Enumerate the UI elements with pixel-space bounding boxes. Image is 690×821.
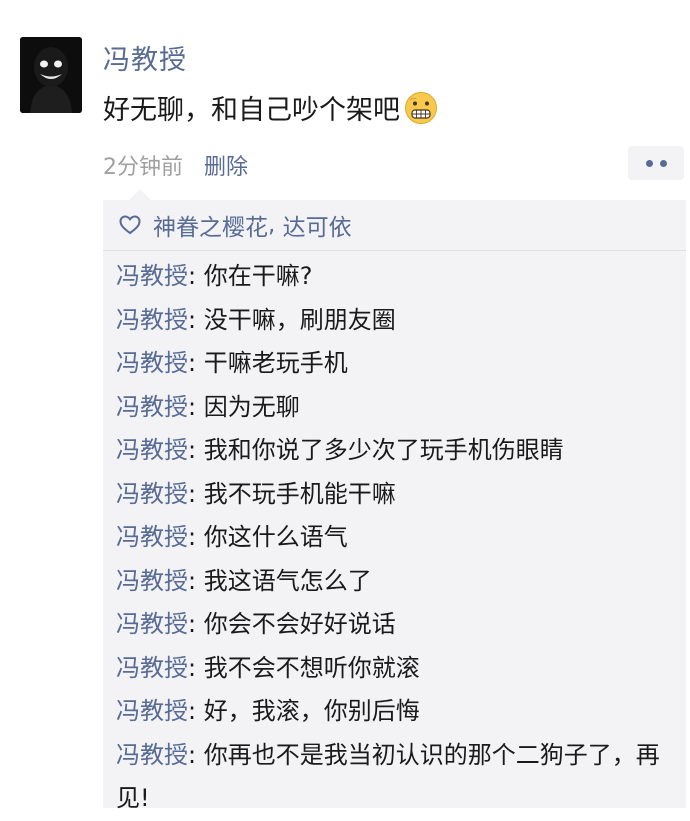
- post-author[interactable]: 冯教授: [103, 38, 187, 77]
- comment-text: 因为无聊: [203, 392, 300, 421]
- avatar-silhouette-icon: [20, 37, 82, 113]
- comment-author[interactable]: 冯教授: [116, 654, 188, 682]
- comment-text: 干嘛老玩手机: [203, 349, 348, 377]
- comment-author[interactable]: 冯教授: [116, 306, 188, 334]
- comment-author[interactable]: 冯教授: [116, 262, 188, 290]
- dot-icon: [659, 159, 667, 167]
- post-time: 2分钟前: [103, 155, 183, 180]
- heart-icon: [119, 215, 141, 235]
- post-text: 好无聊，和自己吵个架吧: [103, 95, 400, 126]
- comment-text: 我不会不想听你就滚: [203, 653, 420, 682]
- like-user-name[interactable]: 神眷之樱花: [153, 208, 268, 242]
- comment-item[interactable]: 冯教授: 因为无聊: [116, 386, 676, 430]
- like-user-name[interactable]: 达可依: [283, 208, 352, 242]
- avatar[interactable]: [20, 37, 82, 113]
- comment-list: 冯教授: 你在干嘛? 冯教授: 没干嘛，刷朋友圈 冯教授: 干嘛老玩手机 冯教授…: [103, 251, 686, 821]
- comment-item[interactable]: 冯教授: 我这语气怎么了: [116, 560, 676, 604]
- comment-author[interactable]: 冯教授: [116, 523, 188, 551]
- comment-item[interactable]: 冯教授: 没干嘛，刷朋友圈: [116, 299, 676, 343]
- comment-author[interactable]: 冯教授: [116, 610, 188, 638]
- comment-item[interactable]: 冯教授: 你会不会好好说话: [116, 603, 676, 647]
- comment-item[interactable]: 冯教授: 我和你说了多少次了玩手机伤眼睛: [116, 429, 676, 473]
- like-separator: ,: [268, 212, 283, 238]
- comment-author[interactable]: 冯教授: [116, 349, 188, 377]
- comment-item[interactable]: 冯教授: 好，我滚，你别后悔: [116, 690, 676, 734]
- comment-text: 我这语气怎么了: [203, 566, 372, 595]
- comment-item[interactable]: 冯教授: 你再也不是我当初认识的那个二狗子了，再见!: [116, 734, 676, 821]
- comment-item[interactable]: 冯教授: 你在干嘛?: [116, 255, 676, 299]
- grimacing-face-emoji-icon: [405, 91, 437, 124]
- comment-text: 好，我滚，你别后悔: [203, 697, 420, 725]
- comment-author[interactable]: 冯教授: [116, 567, 188, 595]
- comment-author[interactable]: 冯教授: [116, 393, 188, 421]
- comment-item[interactable]: 冯教授: 我不会不想听你就滚: [116, 647, 676, 691]
- comment-text: 我不玩手机能干嘛: [203, 479, 396, 508]
- comment-item[interactable]: 冯教授: 你这什么语气: [116, 516, 676, 560]
- comment-text: 你会不会好好说话: [203, 610, 396, 638]
- more-actions-button[interactable]: [628, 146, 684, 180]
- interaction-panel: 神眷之樱花 , 达可依 冯教授: 你在干嘛? 冯教授: 没干嘛，刷朋友圈 冯教授…: [103, 189, 686, 812]
- comment-author[interactable]: 冯教授: [116, 741, 188, 769]
- comment-text: 没干嘛，刷朋友圈: [203, 305, 396, 334]
- comment-author[interactable]: 冯教授: [116, 480, 188, 508]
- delete-link[interactable]: 删除: [204, 155, 248, 180]
- dot-icon: [645, 159, 653, 167]
- comment-text: 我和你说了多少次了玩手机伤眼睛: [203, 436, 564, 464]
- comment-text: 你在干嘛?: [203, 262, 313, 290]
- comment-item[interactable]: 冯教授: 我不玩手机能干嘛: [116, 473, 676, 517]
- likes-row: 神眷之樱花 , 达可依: [103, 200, 686, 251]
- post-content: 好无聊，和自己吵个架吧: [103, 88, 438, 127]
- comment-item[interactable]: 冯教授: 干嘛老玩手机: [116, 342, 676, 386]
- comment-text: 你再也不是我当初认识的那个二狗子了，再见!: [116, 740, 660, 813]
- comment-author[interactable]: 冯教授: [116, 697, 188, 725]
- comment-author[interactable]: 冯教授: [116, 436, 188, 464]
- comment-text: 你这什么语气: [203, 523, 348, 551]
- post-meta: 2分钟前 删除: [103, 149, 248, 181]
